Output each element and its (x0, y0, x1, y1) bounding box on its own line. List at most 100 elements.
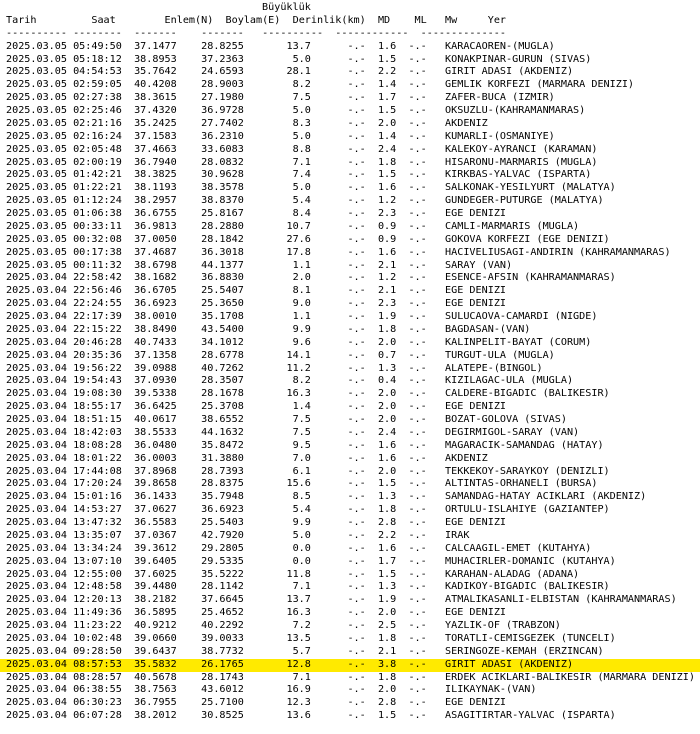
event-ml: 1.6 (377, 40, 397, 52)
event-time: 02:00:19 (73, 156, 122, 168)
event-mw: -.- (408, 349, 427, 361)
event-ml: 1.7 (377, 555, 397, 567)
event-place: GUNDEGER-PUTURGE (MALATYA) (445, 195, 604, 207)
event-row: 2025.03.05 02:16:24 37.1583 36.2310 5.0 … (6, 131, 700, 144)
event-mw: -.- (408, 710, 427, 722)
event-place: GOKOVA KORFEZI (EGE DENIZI) (445, 233, 610, 245)
event-md: -.- (347, 53, 366, 65)
event-ml: 1.6 (377, 439, 397, 451)
event-latitude: 36.6923 (134, 298, 177, 310)
event-row: 2025.03.04 08:28:57 40.5678 28.1743 7.1 … (6, 672, 700, 685)
event-time: 01:06:38 (73, 208, 122, 219)
event-row: 2025.03.04 14:53:27 37.0627 36.6923 5.4 … (6, 504, 700, 517)
event-mw: -.- (408, 156, 427, 168)
event-depth: 7.5 (292, 414, 311, 425)
event-time: 22:15:22 (73, 323, 122, 335)
event-mw: -.- (408, 478, 427, 490)
event-ml: 2.8 (377, 517, 397, 528)
event-latitude: 37.4320 (134, 105, 177, 116)
event-depth: 0.0 (292, 555, 311, 567)
event-depth: 1.1 (292, 259, 311, 271)
event-md: -.- (347, 491, 366, 503)
event-place: KIRKBAS-YALVAC (ISPARTA) (445, 169, 592, 181)
event-time: 02:59:05 (73, 79, 122, 91)
event-depth: 28.1 (286, 66, 311, 78)
event-md: -.- (347, 581, 366, 593)
event-longitude: 38.8370 (201, 195, 244, 207)
event-md: -.- (347, 92, 366, 104)
separator-row: ---------- -------- ------- ------- ----… (6, 28, 700, 41)
event-place: ZAFER-BUCA (IZMIR) (445, 92, 555, 104)
event-place: EGE DENIZI (445, 298, 507, 310)
event-longitude: 44.1377 (201, 259, 244, 271)
event-mw: -.- (408, 195, 427, 207)
event-row: 2025.03.04 22:17:39 38.0010 35.1708 1.1 … (6, 311, 700, 324)
event-date: 2025.03.05 (6, 233, 67, 245)
event-time: 01:22:21 (73, 182, 122, 194)
event-date: 2025.03.04 (6, 478, 67, 490)
event-place: SARAY (VAN) (445, 259, 513, 271)
event-time: 00:32:08 (73, 233, 122, 245)
event-longitude: 28.8255 (201, 40, 244, 52)
event-md: -.- (347, 156, 366, 168)
event-depth: 10.7 (286, 220, 311, 232)
separator-boylam: ------- (201, 27, 244, 39)
event-time: 12:55:00 (73, 568, 122, 580)
event-longitude: 25.5407 (201, 285, 244, 297)
event-row: 2025.03.04 19:56:22 39.0988 40.7262 11.2… (6, 363, 700, 376)
event-time: 11:23:22 (73, 620, 122, 631)
event-mw: -.- (408, 414, 427, 425)
event-depth: 2.0 (292, 272, 311, 284)
event-latitude: 38.3615 (134, 92, 177, 104)
event-md: -.- (347, 233, 366, 245)
event-md: -.- (347, 105, 366, 116)
event-longitude: 30.9628 (201, 169, 244, 181)
event-longitude: 36.3018 (201, 246, 244, 258)
event-md: -.- (347, 452, 366, 464)
event-ml: 1.8 (377, 632, 397, 644)
event-latitude: 38.1193 (134, 182, 177, 194)
event-depth: 5.0 (292, 529, 311, 541)
event-date: 2025.03.04 (6, 426, 67, 438)
event-place: KIZILAGAC-ULA (MUGLA) (445, 375, 574, 387)
event-mw: -.- (408, 465, 427, 477)
event-date: 2025.03.04 (6, 311, 67, 322)
col-header-saat: Saat (91, 14, 116, 26)
event-place: OKSUZLU-(KAHRAMANMARAS) (445, 105, 586, 116)
event-time: 02:25:46 (73, 105, 122, 116)
event-row: 2025.03.04 13:35:07 37.0367 42.7920 5.0 … (6, 530, 700, 543)
event-depth: 1.4 (292, 401, 311, 413)
event-row: 2025.03.04 22:56:46 36.6705 25.5407 8.1 … (6, 285, 700, 298)
event-place: SULUCAOVA-CAMARDI (NIGDE) (445, 311, 598, 322)
event-ml: 0.4 (377, 375, 397, 387)
event-row: 2025.03.05 01:42:21 38.3825 30.9628 7.4 … (6, 169, 700, 182)
event-mw: -.- (408, 272, 427, 284)
event-md: -.- (347, 272, 366, 284)
event-row: 2025.03.05 01:22:21 38.1193 38.3578 5.0 … (6, 182, 700, 195)
event-place: ASAGITIRTAR-YALVAC (ISPARTA) (445, 710, 616, 722)
event-ml: 2.4 (377, 426, 397, 438)
event-time: 01:42:21 (73, 169, 122, 181)
event-place: EGE DENIZI (445, 697, 507, 709)
event-latitude: 39.4480 (134, 581, 177, 593)
event-ml: 1.4 (377, 130, 397, 142)
event-mw: -.- (408, 671, 427, 683)
event-latitude: 38.7563 (134, 684, 177, 696)
event-time: 19:56:22 (73, 362, 122, 374)
event-md: -.- (347, 645, 366, 657)
event-md: -.- (347, 439, 366, 451)
event-place: IRAK (445, 529, 470, 541)
event-date: 2025.03.04 (6, 272, 67, 284)
event-depth: 6.1 (292, 465, 311, 477)
event-depth: 16.3 (286, 607, 311, 619)
event-date: 2025.03.05 (6, 169, 67, 181)
event-time: 02:27:38 (73, 92, 122, 104)
event-longitude: 38.7732 (201, 645, 244, 657)
event-place: BOZAT-GOLOVA (SIVAS) (445, 414, 567, 425)
event-place: ERDEK ACIKLARI-BALIKESIR (MARMARA DENIZI… (445, 671, 695, 683)
event-date: 2025.03.05 (6, 117, 67, 129)
event-longitude: 38.6552 (201, 414, 244, 425)
event-ml: 1.2 (377, 272, 397, 284)
event-md: -.- (347, 79, 366, 91)
event-latitude: 40.0617 (134, 414, 177, 425)
